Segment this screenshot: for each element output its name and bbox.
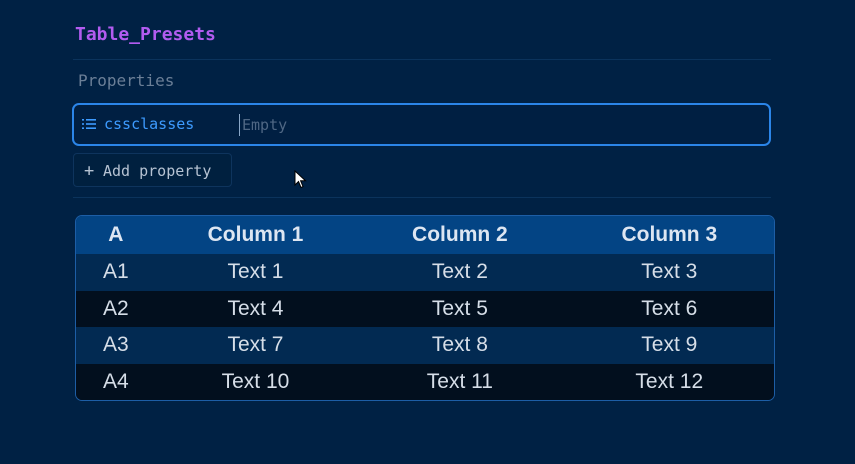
- table-header-cell[interactable]: A: [76, 216, 156, 254]
- mouse-cursor-icon: [294, 170, 307, 189]
- data-table: A Column 1 Column 2 Column 3 A1 Text 1 T…: [75, 215, 775, 401]
- table-cell[interactable]: Text 4: [156, 291, 355, 328]
- table-header-cell[interactable]: Column 2: [355, 216, 564, 254]
- add-property-button[interactable]: + Add property: [73, 153, 232, 187]
- table-cell[interactable]: A1: [76, 254, 156, 291]
- table-header-cell[interactable]: Column 1: [156, 216, 355, 254]
- table-row: A2 Text 4 Text 5 Text 6: [76, 290, 774, 328]
- table-cell[interactable]: Text 9: [565, 327, 774, 364]
- note-title[interactable]: Table_Presets: [75, 24, 216, 45]
- table-cell[interactable]: Text 1: [156, 254, 355, 291]
- table-row: A1 Text 1 Text 2 Text 3: [76, 254, 774, 291]
- table-cell[interactable]: A2: [76, 291, 156, 328]
- properties-divider: [73, 197, 771, 198]
- table-header-cell[interactable]: Column 3: [565, 216, 774, 254]
- table-cell[interactable]: Text 11: [355, 364, 564, 401]
- list-icon[interactable]: [82, 118, 96, 130]
- table-row: A3 Text 7 Text 8 Text 9: [76, 327, 774, 364]
- table-cell[interactable]: Text 3: [565, 254, 774, 291]
- table-cell[interactable]: Text 7: [156, 327, 355, 364]
- table-cell[interactable]: Text 10: [156, 364, 355, 401]
- plus-icon: +: [84, 161, 95, 181]
- table-cell[interactable]: Text 12: [565, 364, 774, 401]
- add-property-label: Add property: [103, 162, 212, 180]
- table-cell[interactable]: Text 2: [355, 254, 564, 291]
- table-cell[interactable]: A3: [76, 327, 156, 364]
- properties-heading[interactable]: Properties: [78, 71, 174, 90]
- table-row: A4 Text 10 Text 11 Text 12: [76, 363, 774, 401]
- table-cell[interactable]: Text 6: [565, 291, 774, 328]
- table-header-row: A Column 1 Column 2 Column 3: [76, 216, 774, 254]
- property-value-input[interactable]: Empty: [239, 114, 287, 136]
- property-row-cssclasses[interactable]: cssclasses Empty: [72, 103, 771, 146]
- property-key[interactable]: cssclasses: [104, 115, 194, 133]
- table-cell[interactable]: A4: [76, 364, 156, 401]
- note-page: Table_Presets Properties cssclasses Empt…: [0, 0, 855, 464]
- table-cell[interactable]: Text 8: [355, 327, 564, 364]
- title-divider: [73, 59, 771, 60]
- table-cell[interactable]: Text 5: [355, 291, 564, 328]
